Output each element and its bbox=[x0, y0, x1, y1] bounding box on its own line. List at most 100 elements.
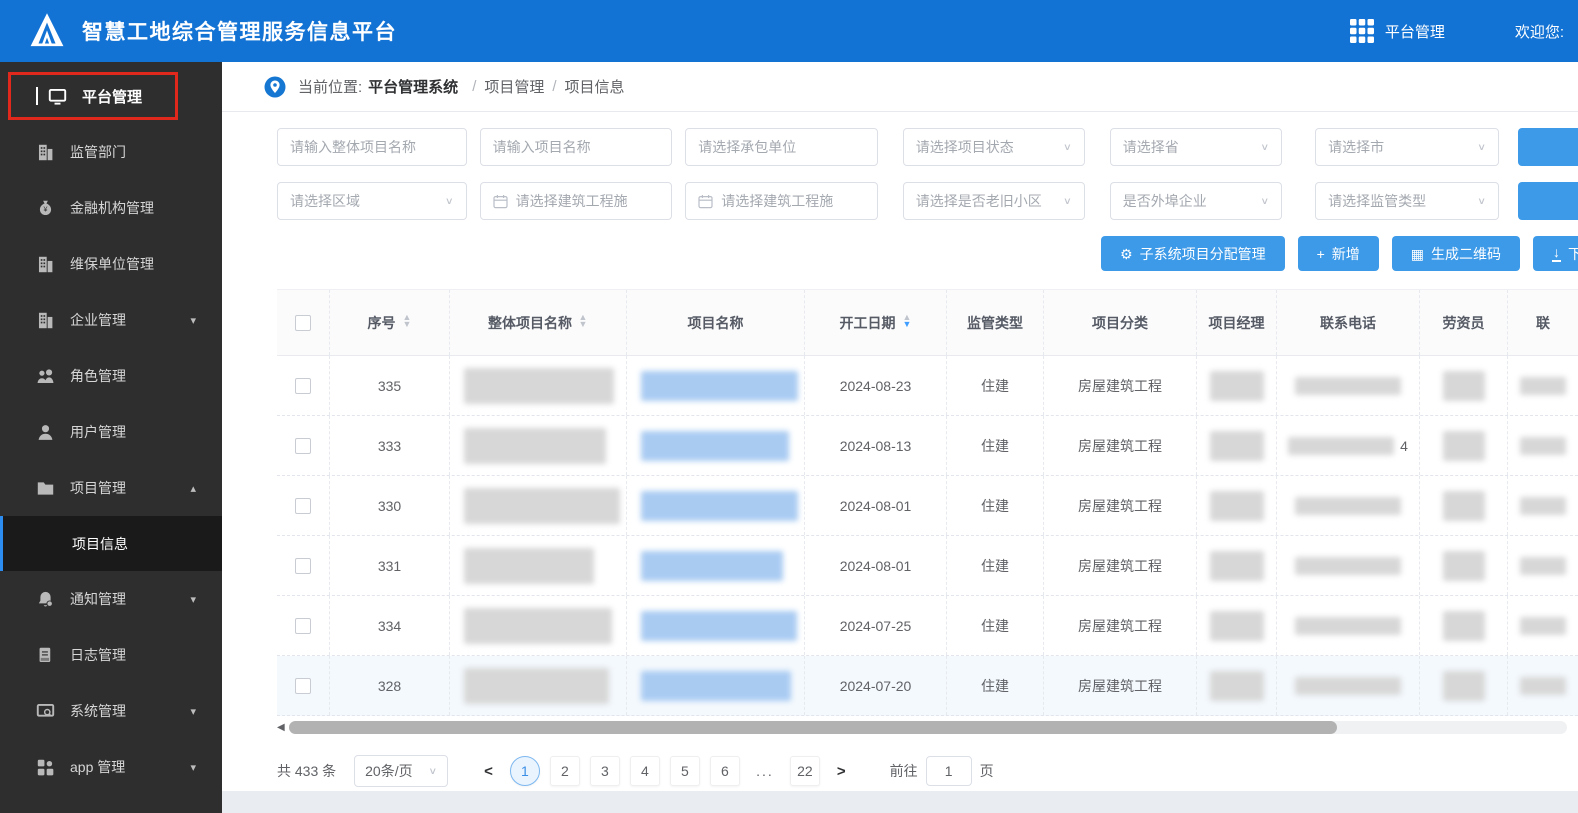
sidebar-item-3[interactable]: 维保单位管理 bbox=[0, 236, 222, 292]
date-end-picker[interactable]: 请选择建筑工程施 bbox=[685, 182, 878, 220]
redacted-project-name-link[interactable] bbox=[641, 370, 798, 401]
header-nav-platform-management[interactable]: 平台管理 bbox=[1385, 21, 1445, 42]
redacted-project-name-link[interactable] bbox=[641, 490, 798, 521]
row-checkbox[interactable] bbox=[295, 617, 311, 634]
seq-value: 335 bbox=[377, 377, 402, 394]
row-checkbox[interactable] bbox=[295, 677, 311, 694]
sidebar-item-6[interactable]: 用户管理 bbox=[0, 404, 222, 460]
chevron-down-icon: ▾ bbox=[190, 761, 196, 774]
page-button-6[interactable]: 6 bbox=[709, 756, 740, 786]
main-area: 当前位置: 平台管理系统 / 项目管理 / 项目信息 请选择项目状态∨ 请选择省∨… bbox=[222, 62, 1578, 813]
row-checkbox[interactable] bbox=[295, 377, 311, 394]
page-size-select[interactable]: 20条/页 ∨ bbox=[354, 755, 449, 787]
phone-suffix: 4 bbox=[1400, 437, 1408, 454]
sidebar-item-1[interactable]: 监管部门 bbox=[0, 124, 222, 180]
table-cell bbox=[1508, 656, 1578, 715]
supervision-type-select[interactable]: 请选择监管类型 ∨ bbox=[1315, 182, 1499, 220]
row-checkbox[interactable] bbox=[295, 437, 311, 454]
page-ellipsis: ... bbox=[750, 756, 780, 786]
sort-icon[interactable]: ▲ ▼ bbox=[902, 313, 912, 330]
table-row[interactable]: 331 2024-08-01 住建 房屋建筑工程 bbox=[277, 536, 1578, 596]
outside-enterprise-select[interactable]: 是否外埠企业 ∨ bbox=[1109, 182, 1283, 220]
apps-grid-icon[interactable] bbox=[1349, 18, 1375, 44]
project-name-input[interactable] bbox=[479, 128, 673, 166]
sort-icon[interactable]: ▲ ▼ bbox=[402, 313, 412, 330]
subsystem-assign-button[interactable]: ⚙ 子系统项目分配管理 bbox=[1101, 236, 1285, 271]
overall-project-name-input[interactable] bbox=[277, 128, 467, 166]
sort-icon[interactable]: ▲ ▼ bbox=[578, 313, 588, 330]
redacted-project-name-link[interactable] bbox=[641, 430, 789, 461]
redacted-project-name-link[interactable] bbox=[641, 550, 783, 581]
generate-qrcode-button[interactable]: ▦ 生成二维码 bbox=[1391, 236, 1520, 271]
breadcrumb-root[interactable]: 平台管理系统 bbox=[368, 76, 458, 97]
search-button[interactable] bbox=[1518, 128, 1578, 166]
scrollbar-thumb[interactable] bbox=[289, 721, 1337, 734]
region-select[interactable]: 请选择区域 ∨ bbox=[277, 182, 467, 220]
redacted-laborer bbox=[1442, 550, 1485, 581]
start-date-value: 2024-07-20 bbox=[839, 677, 912, 694]
table-row[interactable]: 328 2024-07-20 住建 房屋建筑工程 bbox=[277, 656, 1578, 716]
monitor-icon bbox=[48, 87, 67, 106]
next-page-button[interactable]: > bbox=[825, 763, 858, 780]
table-cell bbox=[1277, 356, 1420, 415]
sidebar-item-11[interactable]: 系统管理 ▾ bbox=[0, 683, 222, 739]
sidebar-item-10[interactable]: 日志管理 bbox=[0, 627, 222, 683]
add-button[interactable]: + 新增 bbox=[1297, 236, 1379, 271]
contractor-select[interactable] bbox=[685, 128, 878, 166]
sidebar-item-0[interactable]: 平台管理 bbox=[0, 68, 222, 124]
supervision-type-value: 住建 bbox=[981, 497, 1009, 514]
page-button-1[interactable]: 1 bbox=[509, 756, 540, 786]
table-row[interactable]: 330 2024-08-01 住建 房屋建筑工程 bbox=[277, 476, 1578, 536]
column-header-seq[interactable]: 序号 ▲ ▼ bbox=[330, 290, 450, 355]
sidebar-item-label: 平台管理 bbox=[82, 88, 143, 106]
redacted-overall-project-name bbox=[464, 667, 609, 704]
row-checkbox[interactable] bbox=[295, 497, 311, 514]
sidebar-item-2[interactable]: ¥ 金融机构管理 bbox=[0, 180, 222, 236]
project-status-select[interactable]: 请选择项目状态 ∨ bbox=[902, 128, 1085, 166]
search-button[interactable] bbox=[1518, 182, 1578, 220]
page-button-4[interactable]: 4 bbox=[629, 756, 660, 786]
redacted-project-name-link[interactable] bbox=[641, 610, 797, 641]
page-button-3[interactable]: 3 bbox=[589, 756, 620, 786]
download-button[interactable]: ↓下载 bbox=[1533, 236, 1578, 271]
page-button-22[interactable]: 22 bbox=[789, 756, 820, 786]
province-select[interactable]: 请选择省 ∨ bbox=[1109, 128, 1283, 166]
supervision-type-value: 住建 bbox=[981, 437, 1009, 454]
sidebar-item-5[interactable]: 角色管理 bbox=[0, 348, 222, 404]
row-checkbox[interactable] bbox=[295, 557, 311, 574]
page-button-5[interactable]: 5 bbox=[669, 756, 700, 786]
sidebar-subitem-project-info[interactable]: 项目信息 bbox=[0, 516, 222, 571]
prev-page-button[interactable]: < bbox=[472, 763, 505, 780]
table-cell: 330 bbox=[330, 476, 450, 535]
date-start-picker[interactable]: 请选择建筑工程施 bbox=[479, 182, 673, 220]
scroll-left-arrow-icon[interactable]: ◀ bbox=[277, 722, 289, 733]
redacted-project-name-link[interactable] bbox=[641, 670, 791, 701]
select-all-checkbox[interactable] bbox=[295, 314, 311, 331]
table-row[interactable]: 335 2024-08-23 住建 房屋建筑工程 bbox=[277, 356, 1578, 416]
table-cell bbox=[1420, 476, 1508, 535]
pagination: 共 433 条 20条/页 ∨ < 123456... 22 > 前往 页 bbox=[277, 755, 1578, 787]
sidebar-item-7[interactable]: 项目管理 ▴ bbox=[0, 460, 222, 516]
redacted-project-manager bbox=[1209, 670, 1264, 701]
column-header-date[interactable]: 开工日期 ▲ ▼ bbox=[805, 290, 947, 355]
table-cell bbox=[450, 476, 627, 535]
old-community-select[interactable]: 请选择是否老旧小区 ∨ bbox=[902, 182, 1085, 220]
table-row[interactable]: 333 2024-08-13 住建 房屋建筑工程 4 bbox=[277, 416, 1578, 476]
table-row[interactable]: 334 2024-07-25 住建 房屋建筑工程 bbox=[277, 596, 1578, 656]
sidebar-item-12[interactable]: app 管理 ▾ bbox=[0, 739, 222, 795]
start-date-value: 2024-08-13 bbox=[839, 437, 912, 454]
project-name-input-text[interactable] bbox=[492, 139, 660, 155]
sidebar-item-9[interactable]: 通知管理 ▾ bbox=[0, 571, 222, 627]
page-button-2[interactable]: 2 bbox=[549, 756, 580, 786]
contractor-select-text[interactable] bbox=[698, 139, 865, 155]
column-header-overall[interactable]: 整体项目名称 ▲ ▼ bbox=[450, 290, 627, 355]
breadcrumb-item-project-info[interactable]: 项目信息 bbox=[565, 76, 625, 97]
scrollbar-track[interactable] bbox=[289, 721, 1567, 734]
overall-project-name-input-text[interactable] bbox=[290, 139, 454, 155]
goto-page-input[interactable] bbox=[925, 756, 972, 786]
table-cell: 住建 bbox=[947, 536, 1044, 595]
city-select[interactable]: 请选择市 ∨ bbox=[1315, 128, 1499, 166]
gear-icon: ⚙ bbox=[1120, 245, 1133, 262]
breadcrumb-item-project-management[interactable]: 项目管理 bbox=[484, 76, 544, 97]
sidebar-item-4[interactable]: 企业管理 ▾ bbox=[0, 292, 222, 348]
